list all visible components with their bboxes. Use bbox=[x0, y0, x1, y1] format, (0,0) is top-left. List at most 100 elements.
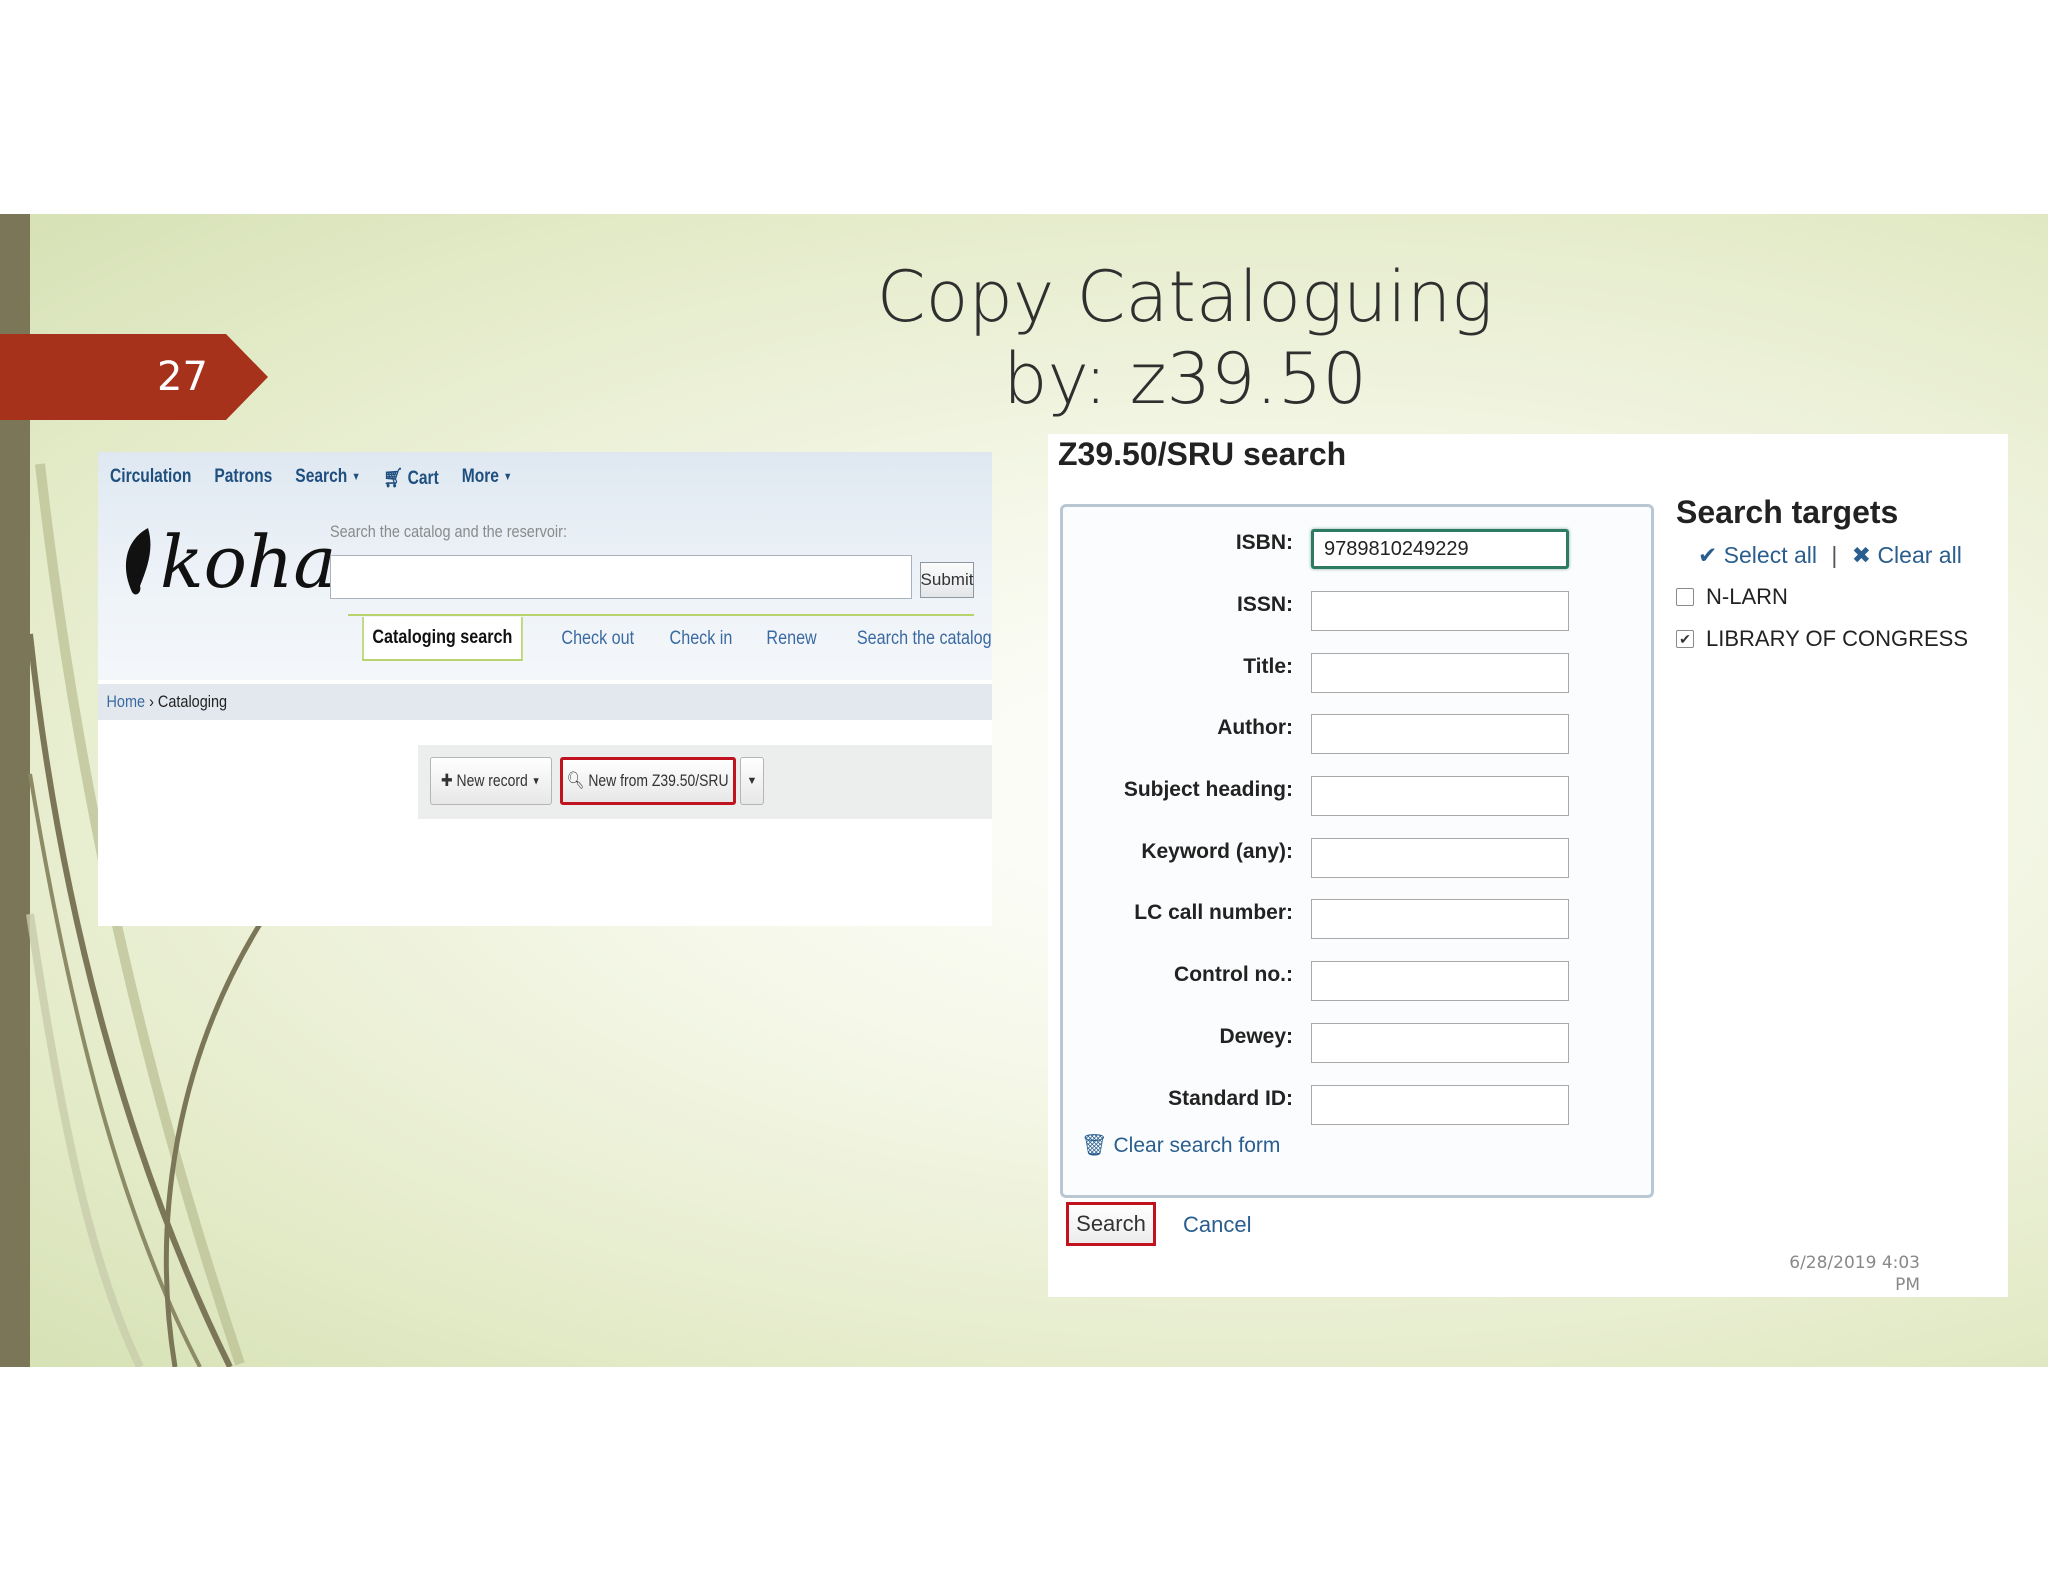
author-label: Author: bbox=[1217, 716, 1293, 739]
select-all-label: Select all bbox=[1723, 542, 1817, 568]
z3950-dropdown-toggle[interactable]: ▼ bbox=[740, 757, 764, 805]
breadcrumb-home[interactable]: Home bbox=[107, 692, 146, 711]
z3950-search-fieldset: ISBN: 9789810249229 ISSN: Title: Author:… bbox=[1060, 504, 1654, 1198]
tab-cataloging-search[interactable]: Cataloging search bbox=[362, 617, 523, 661]
clear-all-link[interactable]: ✖ Clear all bbox=[1852, 542, 1962, 568]
cataloging-toolbar: ✚ New record ▼ 🔍︎ New from Z39.50/SRU ▼ bbox=[418, 745, 992, 819]
clear-search-form-link[interactable]: 🗑︎ Clear search form bbox=[1081, 1134, 1280, 1158]
catalog-search-label: Search the catalog and the reservoir: bbox=[330, 522, 567, 541]
control-no-label: Control no.: bbox=[1174, 963, 1293, 986]
nav-search[interactable]: Search ▼ bbox=[295, 466, 360, 492]
slide-number: 27 bbox=[157, 354, 208, 400]
nav-patrons[interactable]: Patrons bbox=[214, 466, 272, 492]
nav-cart[interactable]: 🛒︎ Cart bbox=[383, 466, 438, 492]
target-library-of-congress: ✔ LIBRARY OF CONGRESS bbox=[1676, 626, 1968, 652]
select-all-link[interactable]: ✔ Select all bbox=[1698, 542, 1817, 568]
new-record-label: New record bbox=[456, 771, 529, 790]
search-icon: 🔍︎ bbox=[567, 771, 585, 790]
z3950-search-panel: Z39.50/SRU search ISBN: 9789810249229 IS… bbox=[1048, 434, 2008, 1297]
lc-call-number-label: LC call number: bbox=[1134, 901, 1293, 924]
breadcrumb: Home › Cataloging bbox=[98, 684, 992, 720]
isbn-label: ISBN: bbox=[1235, 531, 1293, 554]
nav-cart-label: Cart bbox=[407, 468, 439, 489]
koha-screenshot: Circulation Patrons Search ▼ 🛒︎ Cart Mor… bbox=[98, 452, 992, 926]
new-record-button[interactable]: ✚ New record ▼ bbox=[430, 757, 552, 805]
isbn-input[interactable]: 9789810249229 bbox=[1311, 529, 1569, 569]
cancel-link[interactable]: Cancel bbox=[1183, 1212, 1251, 1238]
field-row-isbn: ISBN: 9789810249229 bbox=[1063, 523, 1657, 569]
slide-date-line-2: PM bbox=[1895, 1275, 1920, 1295]
field-row-issn: ISSN: bbox=[1063, 585, 1657, 631]
field-row-author: Author: bbox=[1063, 708, 1657, 754]
search-targets-title: Search targets bbox=[1676, 494, 1899, 530]
lc-call-number-input[interactable] bbox=[1311, 899, 1569, 939]
title-label: Title: bbox=[1243, 655, 1293, 678]
new-from-z3950-button[interactable]: 🔍︎ New from Z39.50/SRU bbox=[560, 757, 736, 805]
nav-circulation[interactable]: Circulation bbox=[110, 466, 191, 492]
breadcrumb-current: Cataloging bbox=[157, 692, 228, 711]
field-row-subject-heading: Subject heading: bbox=[1063, 770, 1657, 816]
tab-search-the-catalog[interactable]: Search the catalog bbox=[847, 628, 1002, 650]
z3950-title: Z39.50/SRU search bbox=[1058, 436, 1347, 472]
library-of-congress-label: LIBRARY OF CONGRESS bbox=[1706, 626, 1969, 651]
plus-icon: ✚ bbox=[441, 771, 453, 790]
title-input[interactable] bbox=[1311, 653, 1569, 693]
search-targets-actions: ✔ Select all | ✖ Clear all bbox=[1698, 542, 1962, 569]
tab-renew[interactable]: Renew bbox=[756, 628, 827, 650]
clear-search-form-label: Clear search form bbox=[1113, 1134, 1281, 1157]
slide-title-line-2: by: z39.50 bbox=[1003, 338, 1367, 420]
slide-title: Copy Cataloguing by: z39.50 bbox=[820, 256, 1550, 420]
x-mark-icon: ✖ bbox=[1851, 542, 1872, 568]
slide-number-badge: 27 bbox=[0, 334, 268, 420]
field-row-lc-call-number: LC call number: bbox=[1063, 893, 1657, 939]
breadcrumb-separator: › bbox=[149, 692, 154, 711]
author-input[interactable] bbox=[1311, 714, 1569, 754]
nav-more-label: More bbox=[461, 466, 499, 487]
nav-more[interactable]: More ▼ bbox=[462, 466, 512, 492]
actions-separator: | bbox=[1831, 542, 1838, 568]
issn-input[interactable] bbox=[1311, 591, 1569, 631]
n-larn-label: N-LARN bbox=[1706, 584, 1788, 609]
koha-top-nav: Circulation Patrons Search ▼ 🛒︎ Cart Mor… bbox=[110, 466, 512, 492]
target-n-larn: N-LARN bbox=[1676, 584, 1788, 610]
nav-search-label: Search bbox=[295, 466, 348, 487]
slide-date: 6/28/2019 4:03 PM bbox=[1760, 1252, 1920, 1296]
keyword-input[interactable] bbox=[1311, 838, 1569, 878]
control-no-input[interactable] bbox=[1311, 961, 1569, 1001]
new-from-z3950-label: New from Z39.50/SRU bbox=[588, 771, 729, 790]
subject-heading-label: Subject heading: bbox=[1123, 778, 1293, 801]
trash-icon: 🗑︎ bbox=[1081, 1134, 1108, 1157]
koha-logo: koha bbox=[118, 522, 336, 602]
caret-down-icon: ▼ bbox=[503, 470, 513, 483]
checkmark-icon: ✔ bbox=[1698, 542, 1718, 568]
n-larn-checkbox[interactable] bbox=[1676, 588, 1694, 606]
caret-down-icon: ▼ bbox=[746, 775, 758, 787]
field-row-standard-id: Standard ID: bbox=[1063, 1079, 1657, 1125]
catalog-submit-button[interactable]: Submit bbox=[920, 562, 974, 598]
standard-id-label: Standard ID: bbox=[1168, 1087, 1293, 1110]
catalog-search-input[interactable] bbox=[330, 555, 912, 599]
library-of-congress-checkbox[interactable]: ✔ bbox=[1676, 630, 1694, 648]
field-row-dewey: Dewey: bbox=[1063, 1017, 1657, 1063]
field-row-keyword: Keyword (any): bbox=[1063, 832, 1657, 878]
koha-logo-mark-icon bbox=[125, 528, 151, 595]
caret-down-icon: ▼ bbox=[351, 470, 361, 483]
field-row-title: Title: bbox=[1063, 647, 1657, 693]
clear-all-label: Clear all bbox=[1877, 542, 1962, 568]
cart-icon: 🛒︎ bbox=[383, 468, 404, 489]
search-button[interactable]: Search bbox=[1066, 1202, 1156, 1246]
slide-date-line-1: 6/28/2019 4:03 bbox=[1789, 1253, 1920, 1273]
standard-id-input[interactable] bbox=[1311, 1085, 1569, 1125]
field-row-control-no: Control no.: bbox=[1063, 955, 1657, 1001]
slide: 27 Copy Cataloguing by: z39.50 Circulati… bbox=[0, 214, 2048, 1367]
dewey-input[interactable] bbox=[1311, 1023, 1569, 1063]
dewey-label: Dewey: bbox=[1219, 1025, 1293, 1048]
tab-check-out[interactable]: Check out bbox=[551, 628, 644, 650]
caret-down-icon: ▼ bbox=[531, 775, 541, 788]
issn-label: ISSN: bbox=[1236, 593, 1293, 616]
slide-title-line-1: Copy Cataloguing bbox=[876, 256, 1494, 338]
tab-check-in[interactable]: Check in bbox=[660, 628, 743, 650]
koha-logo-text: koha bbox=[160, 520, 337, 604]
koha-search-tabs: Cataloging search Check out Check in Ren… bbox=[348, 616, 1016, 662]
subject-heading-input[interactable] bbox=[1311, 776, 1569, 816]
